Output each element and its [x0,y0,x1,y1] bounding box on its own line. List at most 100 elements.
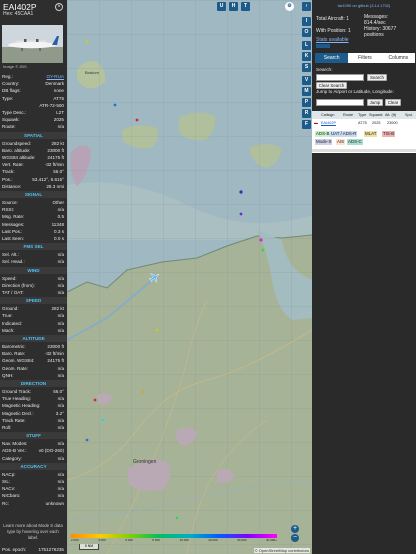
tab-columns[interactable]: Columns [382,53,415,63]
info-key: ADS-B Ver.: [2,448,27,454]
map-button-h[interactable]: H [229,2,238,11]
info-value: n/a [57,365,64,371]
info-row: True Heading: n/a [2,395,64,402]
info-key: Category: [2,455,22,461]
info-row: Magnetic Decl.: 3.2° [2,410,64,417]
info-key: Track Rate: [2,417,26,423]
info-key: DB flags: [2,88,21,94]
info-key: Msg. Rate: [2,214,25,220]
info-key: Route: [2,124,16,130]
map-button-r[interactable]: R [302,109,311,118]
info-value: 28.3 nmi [46,183,64,189]
section-wind: WIND [0,266,67,274]
info-row: ADS-B Ver.: v0 (DO-260) [2,447,64,454]
info-row: NACp: n/a [2,471,64,478]
map-button-m[interactable]: M [302,87,311,96]
stats-bar [316,44,330,48]
info-row: Indicated: n/a [2,320,64,327]
info-value: 0.0 s [54,236,64,241]
map-button-s[interactable]: S [302,63,311,72]
close-icon[interactable]: × [55,3,63,11]
info-value: n/a [57,441,64,447]
zoom-out-button[interactable]: − [291,534,299,542]
jump-button[interactable]: Jump [367,99,383,106]
info-row: Reg.: OY-RUA [2,73,64,80]
info-key: NICbaro: [2,493,21,499]
info-key: Pos.: [2,176,13,182]
info-row: Country: Denmark [2,80,64,87]
info-value: 3.2° [55,410,64,416]
info-value: Other [52,200,65,205]
map-canvas[interactable]: Borkum Groningen [67,0,312,554]
info-key: True: [2,313,13,319]
clear-search-button[interactable]: Clear Search [316,82,347,89]
map-button-f[interactable]: F [302,120,311,129]
map-button-k[interactable]: K [302,52,311,61]
clear-button[interactable]: Clear [385,99,401,106]
map-button-l[interactable]: L [302,41,311,50]
info-row: Source: Other [2,199,64,206]
source-tag: AIS [336,139,346,145]
info-row: Last Seen: 0.0 s [2,235,64,242]
map-button-v[interactable]: V [302,76,311,85]
info-row: Rc: unknown [2,500,64,507]
info-value: n/a [57,252,64,258]
info-row: Barometric: 23000 ft [2,343,64,350]
aircraft-photo[interactable] [2,25,63,63]
map-button-u[interactable]: U [217,2,226,11]
info-key: Type Desc.: [2,110,27,115]
search-input[interactable] [316,74,364,81]
info-value: n/a [57,327,64,333]
tab-filters[interactable]: Filters [348,53,381,63]
map-view[interactable]: Borkum Groningen U H T ⚙ › I O L K S V M… [67,0,312,554]
map-button-p[interactable]: P [302,98,311,107]
collapse-sidebar-icon[interactable]: › [302,2,311,11]
jump-input[interactable] [316,99,364,106]
row-altitude: 23000 [387,121,398,125]
col-squawk[interactable]: Squawk [369,111,383,119]
search-button[interactable]: Search [367,74,387,81]
info-key: Magnetic Decl.: [2,410,34,416]
info-row: Route: n/a [2,123,64,130]
col-route[interactable]: Route [343,111,353,119]
info-row: Groundspeed: 282 kt [2,140,64,147]
settings-gear-icon[interactable]: ⚙ [285,2,294,11]
info-value: n/a [57,282,64,288]
info-value: n/a [57,124,64,130]
row-callsign[interactable]: EAI402P [321,119,336,127]
info-value[interactable]: OY-RUA [47,73,64,80]
stats-link[interactable]: Stats available [316,37,349,43]
map-button-t[interactable]: T [241,2,250,11]
info-value: -32 ft/min [44,351,64,357]
info-key: Direction (from): [2,282,35,288]
source-tag: Mode-S [315,139,333,145]
aircraft-list-panel: tar1090 on github (3.14.1702) Total Airc… [312,0,416,554]
col-altitude[interactable]: Alt. (ft) [385,111,396,119]
history-sub: positions [364,32,384,38]
info-value: AT75 [53,95,64,101]
tab-search[interactable]: Search [315,53,349,63]
map-button-i[interactable]: I [302,17,311,26]
flag-icon: ▬ [314,121,318,125]
legend-label: 20 000 [208,538,218,542]
info-row: Ground: 282 kt [2,305,64,312]
map-button-o[interactable]: O [302,28,311,37]
version-link[interactable]: tar1090 on github (3.14.1702) [312,3,416,8]
info-key: Indicated: [2,320,22,326]
map-attribution[interactable]: © OpenStreetMap contributors [253,548,310,553]
section-fms: FMS SEL [0,243,67,251]
legend-label: 40 000+ [266,538,277,542]
info-value: n/a [57,290,64,295]
col-callsign[interactable]: Callsign [321,111,335,119]
info-value: 56.0° [53,169,64,175]
table-row[interactable]: ▬ EAI402P AT75 2025 23000 [312,119,416,127]
table-scrollbar[interactable] [312,149,416,152]
info-value: n/a [57,417,64,423]
info-value: n/a [57,471,64,477]
col-speed[interactable]: Spd. [405,111,413,119]
zoom-in-button[interactable]: + [291,525,299,533]
info-row: Category: n/a [2,455,64,462]
col-type[interactable]: Type [358,111,366,119]
info-key: Last Seen: [2,236,24,241]
pos-epoch-row: Pos. epoch: 1751276235 [2,546,64,553]
